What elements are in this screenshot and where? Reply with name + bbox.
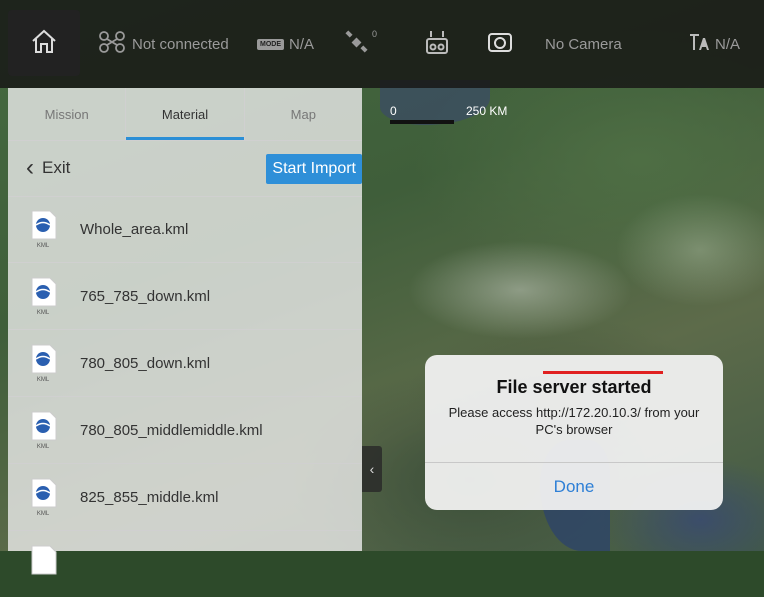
drone-icon [98, 30, 126, 58]
collapse-panel-button[interactable]: ‹ [362, 446, 382, 492]
panel-tabs: Mission Material Map [8, 88, 362, 141]
home-icon [29, 26, 59, 61]
kml-badge: KML [36, 377, 50, 383]
file-name: Whole_area.kml [80, 220, 189, 238]
chevron-left-icon: ‹ [26, 154, 34, 181]
material-panel: Mission Material Map ‹ Exit Start Import… [8, 88, 362, 575]
mode-value: N/A [289, 35, 315, 53]
exit-button[interactable]: ‹ Exit [26, 140, 70, 196]
list-item[interactable] [8, 531, 362, 597]
file-name: 825_855_middle.kml [80, 488, 219, 506]
file-name: 765_785_down.kml [80, 287, 211, 305]
tab-mission[interactable]: Mission [8, 88, 125, 140]
gps-count: 0 [372, 29, 378, 39]
scale-start-label: 0 [390, 104, 397, 118]
kml-file-icon: KML [28, 343, 58, 383]
kml-badge: KML [36, 310, 50, 316]
scale-end-label: 250 KM [466, 104, 508, 118]
chevron-left-icon: ‹ [369, 461, 375, 477]
satellite-icon [344, 30, 370, 58]
kml-file-icon: KML [28, 276, 58, 316]
connection-status[interactable]: Not connected [98, 0, 229, 88]
highlight-mark [543, 371, 663, 374]
kml-badge: KML [36, 444, 50, 450]
dialog-message: Please access http://172.20.10.3/ from y… [448, 405, 700, 437]
panel-toolbar: ‹ Exit Start Import [8, 140, 362, 197]
start-import-button[interactable]: Start Import [266, 154, 362, 184]
done-button[interactable]: Done [425, 463, 723, 510]
kml-file-icon: KML [28, 477, 58, 517]
kml-badge: KML [36, 511, 50, 517]
battery-value: N/A [715, 35, 741, 53]
tab-map[interactable]: Map [243, 88, 362, 140]
kml-file-icon [28, 544, 58, 584]
file-name: 780_805_down.kml [80, 354, 211, 372]
connection-label: Not connected [132, 35, 229, 53]
list-item[interactable]: KML 825_855_middle.kml [8, 464, 362, 531]
list-item[interactable]: KML 780_805_down.kml [8, 330, 362, 397]
file-server-dialog: File server started Please access http:/… [425, 355, 723, 510]
dialog-title: File server started [496, 377, 652, 397]
list-item[interactable]: KML 780_805_middlemiddle.kml [8, 397, 362, 464]
camera-status[interactable]: No Camera [487, 0, 622, 88]
exit-label: Exit [42, 158, 71, 177]
list-item[interactable]: KML Whole_area.kml [8, 196, 362, 263]
file-name: 780_805_middlemiddle.kml [80, 421, 263, 439]
file-list: KML Whole_area.kml KML 765_785_down.kml … [8, 196, 362, 597]
camera-icon [487, 31, 513, 57]
flight-mode-icon [687, 30, 711, 58]
home-button[interactable] [8, 10, 80, 76]
list-item[interactable]: KML 765_785_down.kml [8, 263, 362, 330]
kml-badge: KML [36, 243, 50, 249]
camera-label: No Camera [545, 35, 622, 53]
kml-file-icon: KML [28, 410, 58, 450]
status-bar: Not connected MODE N/A 0 No Camera N/A [0, 0, 764, 88]
remote-controller-icon [425, 29, 449, 59]
kml-file-icon: KML [28, 209, 58, 249]
remote-status[interactable] [425, 0, 449, 88]
scale-line [390, 120, 454, 124]
gps-status[interactable]: 0 [344, 0, 377, 88]
tab-material[interactable]: Material [125, 88, 244, 140]
flight-mode-status[interactable]: MODE N/A [257, 0, 314, 88]
battery-status[interactable]: N/A [687, 0, 740, 88]
mode-badge: MODE [257, 38, 284, 50]
